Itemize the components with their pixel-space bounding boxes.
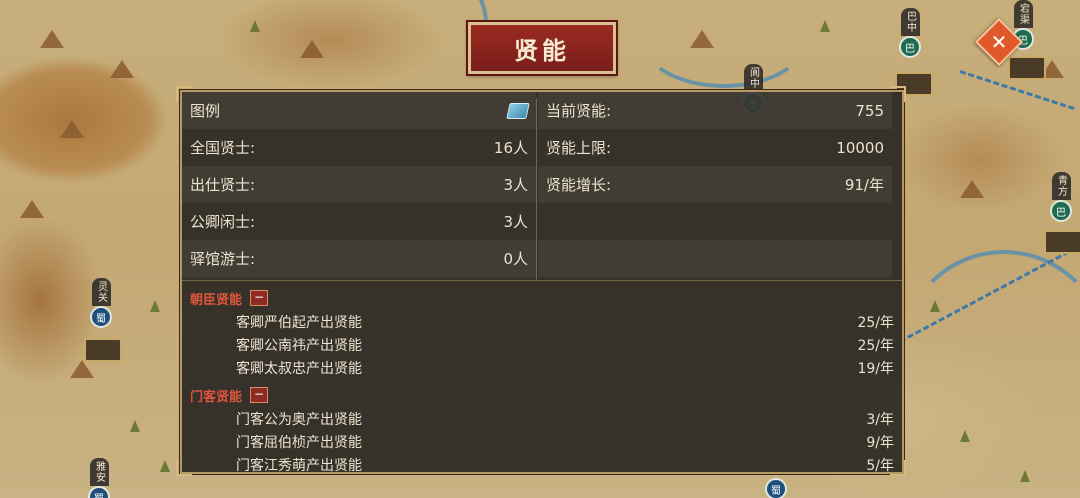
stat-label: 出仕贤士:: [190, 176, 256, 194]
list-item: 门客屈伯桢产出贤能 9/年: [182, 430, 902, 453]
panel-corner: [890, 460, 906, 476]
panel-corner: [176, 460, 192, 476]
list-item: 客卿严伯起产出贤能 25/年: [182, 310, 902, 333]
section-title: 门客贤能: [190, 389, 243, 405]
tree: [960, 430, 970, 442]
stat-row: 当前贤能: 755: [538, 92, 892, 129]
item-name: 客卿太叔忠产出贤能: [236, 360, 362, 377]
item-rate: 3/年: [866, 411, 894, 428]
faction-badge: 蜀: [88, 486, 110, 498]
item-name: 客卿公南祎产出贤能: [236, 337, 362, 354]
item-rate: 19/年: [857, 360, 894, 377]
mountain: [110, 60, 134, 78]
stat-row: 驿馆游士: 0人: [182, 240, 536, 277]
faction-badge: 巴: [1050, 200, 1072, 222]
left-stats-column: 图例 全国贤士: 16人 出仕贤士: 3人 公卿闲士: 3人 驿馆游士: 0人: [182, 92, 536, 277]
item-rate: 25/年: [857, 314, 894, 331]
stat-label: 驿馆游士:: [190, 250, 256, 268]
item-name: 门客江秀萌产出贤能: [236, 457, 362, 474]
legend-row[interactable]: 图例: [182, 92, 536, 129]
mountain: [40, 30, 64, 48]
city-marker[interactable]: 雅安 蜀: [88, 458, 110, 498]
stat-row: 全国贤士: 16人: [182, 129, 536, 166]
section-separator: [182, 280, 902, 281]
city-marker[interactable]: 灵关 蜀: [90, 278, 112, 328]
city-building[interactable]: [1044, 230, 1080, 254]
section-title: 朝臣贤能: [190, 292, 243, 308]
stat-value: 10000: [836, 138, 884, 157]
city-marker[interactable]: 蜀: [765, 478, 787, 498]
list-item: 客卿公南祎产出贤能 25/年: [182, 333, 902, 356]
city-name: 灵关: [91, 278, 111, 306]
stat-value: 755: [855, 101, 884, 120]
tree: [250, 20, 260, 32]
stat-label: 全国贤士:: [190, 139, 256, 157]
column-divider: [536, 98, 537, 280]
stat-value: 0人: [503, 250, 528, 268]
item-rate: 9/年: [866, 434, 894, 451]
panel-corner: [890, 86, 906, 102]
list-item: 门客江秀萌产出贤能 5/年: [182, 453, 902, 474]
collapse-button[interactable]: −: [250, 290, 269, 306]
collapse-button[interactable]: −: [250, 387, 269, 403]
talent-panel: 图例 全国贤士: 16人 出仕贤士: 3人 公卿闲士: 3人 驿馆游士: 0人: [180, 90, 904, 474]
stat-value: 3人: [503, 176, 528, 194]
tree: [130, 420, 140, 432]
faction-badge: 蜀: [90, 306, 112, 328]
stat-row: 出仕贤士: 3人: [182, 166, 536, 203]
stat-label: 公卿闲士:: [190, 213, 256, 231]
section-header: 门客贤能 −: [182, 383, 902, 407]
tree: [930, 300, 940, 312]
tree: [160, 460, 170, 472]
tree: [820, 20, 830, 32]
mountain: [690, 30, 714, 48]
city-name: 宕渠: [1013, 0, 1033, 28]
mountain: [300, 40, 324, 58]
stat-value: 91/年: [844, 176, 884, 194]
city-name: 阆中: [743, 64, 763, 92]
faction-badge: 巴: [899, 36, 921, 58]
empty-row: [538, 203, 892, 240]
tree: [1020, 470, 1030, 482]
city-name: 青方: [1051, 172, 1071, 200]
item-name: 门客公为奥产出贤能: [236, 411, 362, 428]
section-header: 朝臣贤能 −: [182, 286, 902, 310]
panel-corner: [176, 86, 192, 102]
retainer-talent-section: 门客贤能 − 门客公为奥产出贤能 3/年 门客屈伯桢产出贤能 9/年 门客江秀萌…: [182, 383, 902, 474]
stat-label: 贤能上限:: [546, 139, 612, 157]
city-building[interactable]: [1008, 56, 1046, 80]
mountain: [60, 120, 84, 138]
item-name: 客卿严伯起产出贤能: [236, 314, 362, 331]
stat-value: 3人: [503, 213, 528, 231]
city-marker[interactable]: 青方 巴: [1050, 172, 1072, 222]
mountain: [70, 360, 94, 378]
list-item: 门客公为奥产出贤能 3/年: [182, 407, 902, 430]
tree: [150, 300, 160, 312]
stats-area: 图例 全国贤士: 16人 出仕贤士: 3人 公卿闲士: 3人 驿馆游士: 0人: [182, 92, 902, 280]
dialog-title: 贤能: [468, 22, 616, 74]
city-name: 巴中: [900, 8, 920, 36]
stat-label: 当前贤能:: [546, 102, 612, 120]
stat-label: 贤能增长:: [546, 176, 612, 194]
legend-label: 图例: [190, 102, 221, 120]
city-marker[interactable]: 巴中 巴: [899, 8, 921, 58]
stat-value: 16人: [493, 139, 528, 157]
stat-row: 贤能增长: 91/年: [538, 166, 892, 203]
mountain: [960, 180, 984, 198]
close-icon: ✕: [990, 30, 1008, 54]
right-stats-column: 当前贤能: 755 贤能上限: 10000 贤能增长: 91/年: [538, 92, 892, 277]
mountain: [20, 200, 44, 218]
stat-row: 贤能上限: 10000: [538, 129, 892, 166]
stat-row: 公卿闲士: 3人: [182, 203, 536, 240]
item-rate: 25/年: [857, 337, 894, 354]
faction-badge: 蜀: [765, 478, 787, 498]
book-icon[interactable]: [506, 102, 530, 119]
minister-talent-section: 朝臣贤能 − 客卿严伯起产出贤能 25/年 客卿公南祎产出贤能 25/年 客卿太…: [182, 286, 902, 379]
empty-row: [538, 240, 892, 277]
city-name: 雅安: [89, 458, 109, 486]
item-name: 门客屈伯桢产出贤能: [236, 434, 362, 451]
city-building[interactable]: [84, 338, 122, 362]
list-item: 客卿太叔忠产出贤能 19/年: [182, 356, 902, 379]
